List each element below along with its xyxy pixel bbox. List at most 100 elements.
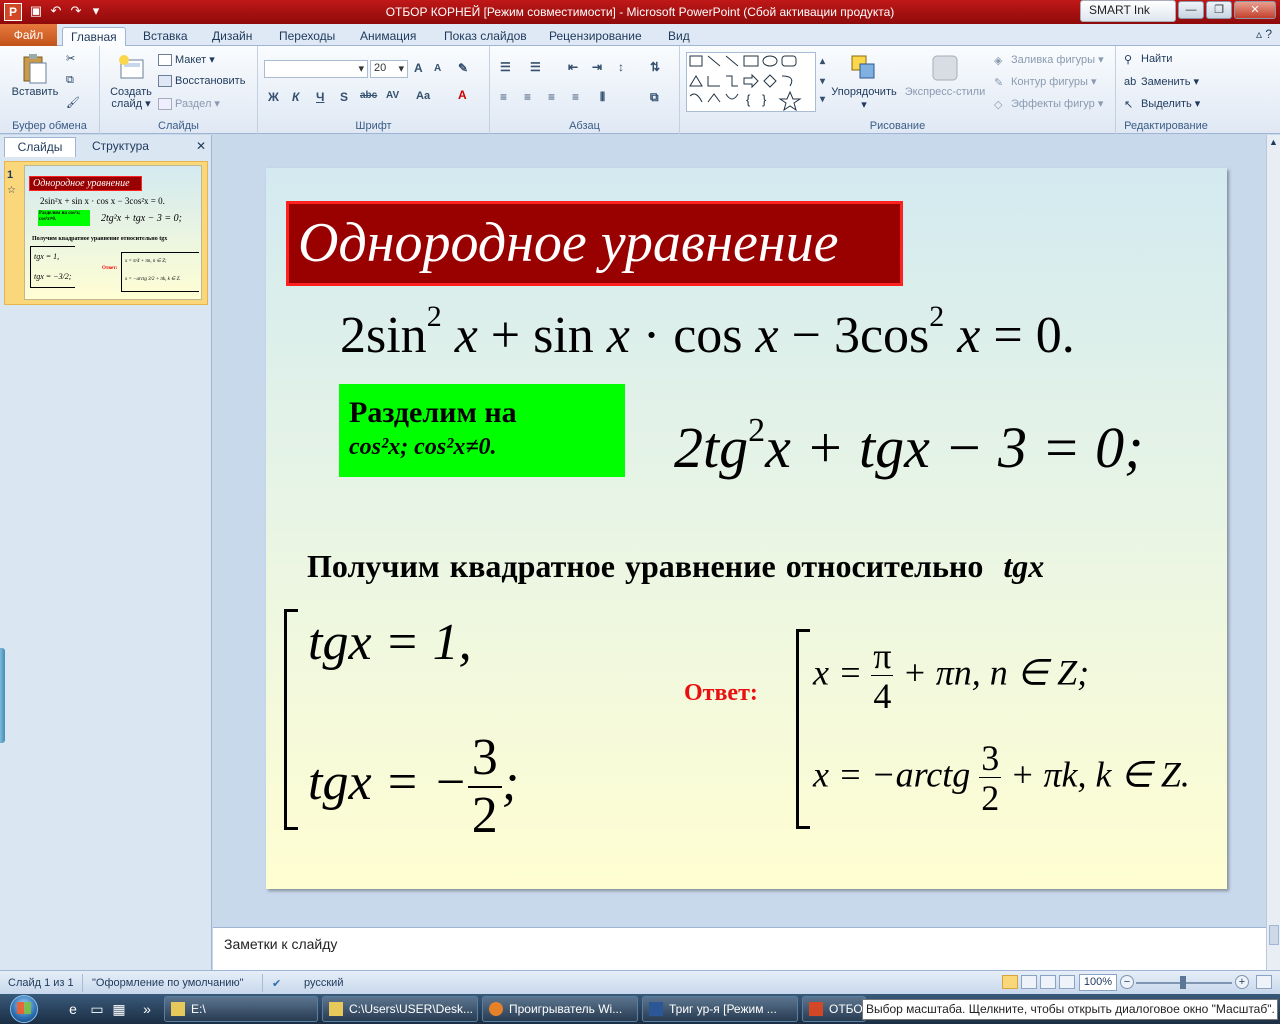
tab-slides-panel[interactable]: Слайды bbox=[4, 137, 76, 157]
equation-tangent[interactable]: 2tg2x + tgx − 3 = 0; bbox=[674, 414, 1143, 481]
internet-explorer-icon[interactable]: e bbox=[64, 1000, 82, 1018]
tab-animation[interactable]: Анимация bbox=[352, 27, 424, 46]
close-button[interactable]: ✕ bbox=[1234, 1, 1276, 19]
taskbar-item-word[interactable]: Триг ур-я [Режим ... bbox=[642, 996, 798, 1022]
shape-fill-button[interactable]: ◈ Заливка фигуры ▾ bbox=[994, 53, 1104, 67]
slide-thumbnail[interactable]: Однородное уравнение 2sin²x + sin x · co… bbox=[24, 165, 202, 300]
tab-slideshow[interactable]: Показ слайдов bbox=[436, 27, 535, 46]
slide-canvas[interactable]: Однородное уравнение 2sin2 x + sin x · c… bbox=[266, 168, 1227, 889]
system-line-1[interactable]: tgx = 1, bbox=[308, 613, 472, 672]
align-left-icon[interactable]: ≡ bbox=[500, 90, 507, 104]
close-panel-icon[interactable]: ✕ bbox=[188, 137, 214, 157]
bullets-icon[interactable]: ☰ bbox=[500, 60, 511, 74]
section-button[interactable]: Раздел ▾ bbox=[158, 97, 220, 111]
tab-review[interactable]: Рецензирование bbox=[541, 27, 650, 46]
shapes-scroll-up-icon[interactable]: ▴ bbox=[820, 56, 825, 67]
new-slide-button[interactable]: Создать слайд ▾ bbox=[106, 52, 156, 110]
strikethrough-button[interactable]: abc bbox=[360, 90, 377, 101]
cut-icon[interactable]: ✂ bbox=[66, 52, 75, 65]
smart-ink-button[interactable]: SMART Ink bbox=[1080, 0, 1176, 22]
answer-line-1[interactable]: x = π4 + πn, n ∈ Z; bbox=[813, 638, 1089, 714]
tab-file[interactable]: Файл bbox=[0, 24, 57, 46]
copy-icon[interactable]: ⧉ bbox=[66, 74, 74, 87]
normal-view-button[interactable] bbox=[1002, 975, 1018, 989]
format-painter-icon[interactable]: 🖌 bbox=[66, 96, 80, 109]
taskbar-item-powerpoint[interactable]: ОТБО bbox=[802, 996, 866, 1022]
tab-transitions[interactable]: Переходы bbox=[271, 27, 343, 46]
shapes-scroll-down-icon[interactable]: ▾ bbox=[820, 76, 825, 87]
shapes-gallery[interactable]: { } bbox=[686, 52, 816, 112]
layout-button[interactable]: Макет ▾ bbox=[158, 53, 215, 67]
notes-pane[interactable]: Заметки к слайду bbox=[213, 927, 1266, 970]
shadow-button[interactable]: S bbox=[340, 90, 348, 104]
side-handle[interactable] bbox=[0, 648, 5, 743]
select-button[interactable]: ↖ Выделить ▾ bbox=[1124, 97, 1200, 111]
columns-icon[interactable]: ⫴ bbox=[600, 90, 605, 105]
reading-view-button[interactable] bbox=[1040, 975, 1056, 989]
equation-original[interactable]: 2sin2 x + sin x · cos x − 3cos2 x = 0. bbox=[340, 302, 1075, 365]
font-size-combo[interactable]: 20 ▾ bbox=[370, 60, 408, 78]
slide-title[interactable]: Однородное уравнение bbox=[286, 201, 903, 286]
start-button[interactable] bbox=[6, 994, 46, 1024]
grow-font-icon[interactable]: A bbox=[414, 61, 423, 75]
scrollbar-thumb[interactable] bbox=[1269, 925, 1279, 945]
taskbar-item-explorer[interactable]: E:\ bbox=[164, 996, 318, 1022]
fit-to-window-button[interactable] bbox=[1256, 975, 1272, 989]
text-direction-icon[interactable]: ⇅ bbox=[650, 60, 660, 74]
arrange-button[interactable]: Упорядочить ▾ bbox=[828, 52, 900, 111]
zoom-in-button[interactable]: + bbox=[1235, 975, 1249, 989]
zoom-slider-knob[interactable] bbox=[1180, 976, 1186, 989]
switch-windows-icon[interactable]: ▦ bbox=[110, 1000, 128, 1018]
clear-format-icon[interactable]: ✎ bbox=[458, 61, 468, 75]
tab-design[interactable]: Дизайн bbox=[204, 27, 260, 46]
divide-note-box[interactable]: Разделим на cos²x; cos²x≠0. bbox=[339, 384, 625, 477]
scroll-up-icon[interactable]: ▲ bbox=[1269, 137, 1278, 147]
increase-indent-icon[interactable]: ⇥ bbox=[592, 60, 602, 74]
statement-text[interactable]: Получим квадратное уравнение относительн… bbox=[307, 548, 1044, 585]
language-indicator[interactable]: русский bbox=[304, 977, 343, 989]
help-icon[interactable]: ▵ ? bbox=[1256, 27, 1272, 41]
line-spacing-icon[interactable]: ↕ bbox=[618, 60, 624, 74]
replace-button[interactable]: ab Заменить ▾ bbox=[1124, 75, 1199, 88]
tab-outline-panel[interactable]: Структура bbox=[84, 137, 157, 157]
maximize-button[interactable]: ❐ bbox=[1206, 1, 1232, 19]
answer-label[interactable]: Ответ: bbox=[684, 680, 758, 707]
spellcheck-icon[interactable]: ✔ bbox=[272, 977, 281, 990]
reset-button[interactable]: Восстановить bbox=[158, 75, 245, 88]
slide-sorter-button[interactable] bbox=[1021, 975, 1037, 989]
taskbar-item-folder[interactable]: C:\Users\USER\Desk... bbox=[322, 996, 478, 1022]
numbering-icon[interactable]: ☰ bbox=[530, 60, 541, 74]
show-desktop-icon[interactable]: ▭ bbox=[88, 1000, 106, 1018]
paste-button[interactable]: Вставить bbox=[6, 52, 64, 98]
zoom-level[interactable]: 100% bbox=[1079, 974, 1117, 991]
zoom-slider[interactable] bbox=[1136, 976, 1232, 989]
taskbar-item-media-player[interactable]: Проигрыватель Wi... bbox=[482, 996, 638, 1022]
answer-line-2[interactable]: x = −arctg 32 + πk, k ∈ Z. bbox=[813, 740, 1190, 816]
underline-button[interactable]: Ч bbox=[316, 90, 324, 104]
font-color-button[interactable]: A bbox=[458, 88, 467, 102]
theme-name[interactable]: "Оформление по умолчанию" bbox=[92, 977, 244, 989]
bold-button[interactable]: Ж bbox=[268, 90, 279, 104]
tab-insert[interactable]: Вставка bbox=[135, 27, 196, 46]
tab-view[interactable]: Вид bbox=[660, 27, 698, 46]
tab-home[interactable]: Главная bbox=[62, 27, 126, 46]
smartart-icon[interactable]: ⧉ bbox=[650, 90, 659, 105]
italic-button[interactable]: К bbox=[292, 90, 299, 104]
shrink-font-icon[interactable]: A bbox=[434, 63, 441, 74]
quicklaunch-more-icon[interactable]: » bbox=[138, 1000, 156, 1018]
zoom-out-button[interactable]: − bbox=[1120, 975, 1134, 989]
change-case-button[interactable]: Aa bbox=[416, 90, 430, 102]
find-button[interactable]: ⚲ Найти bbox=[1124, 53, 1172, 66]
slideshow-view-button[interactable] bbox=[1059, 975, 1075, 989]
justify-icon[interactable]: ≡ bbox=[572, 90, 579, 104]
decrease-indent-icon[interactable]: ⇤ bbox=[568, 60, 578, 74]
shape-effects-button[interactable]: ◇ Эффекты фигур ▾ bbox=[994, 97, 1103, 111]
system-line-2[interactable]: tgx = −3 2; bbox=[308, 732, 519, 842]
align-right-icon[interactable]: ≡ bbox=[548, 90, 555, 104]
shapes-more-icon[interactable]: ▾ bbox=[820, 94, 825, 105]
vertical-scrollbar[interactable]: ▲ bbox=[1266, 135, 1280, 970]
align-center-icon[interactable]: ≡ bbox=[524, 90, 531, 104]
shape-outline-button[interactable]: ✎ Контур фигуры ▾ bbox=[994, 75, 1097, 89]
char-spacing-button[interactable]: AV bbox=[386, 90, 399, 101]
minimize-button[interactable]: — bbox=[1178, 1, 1204, 19]
